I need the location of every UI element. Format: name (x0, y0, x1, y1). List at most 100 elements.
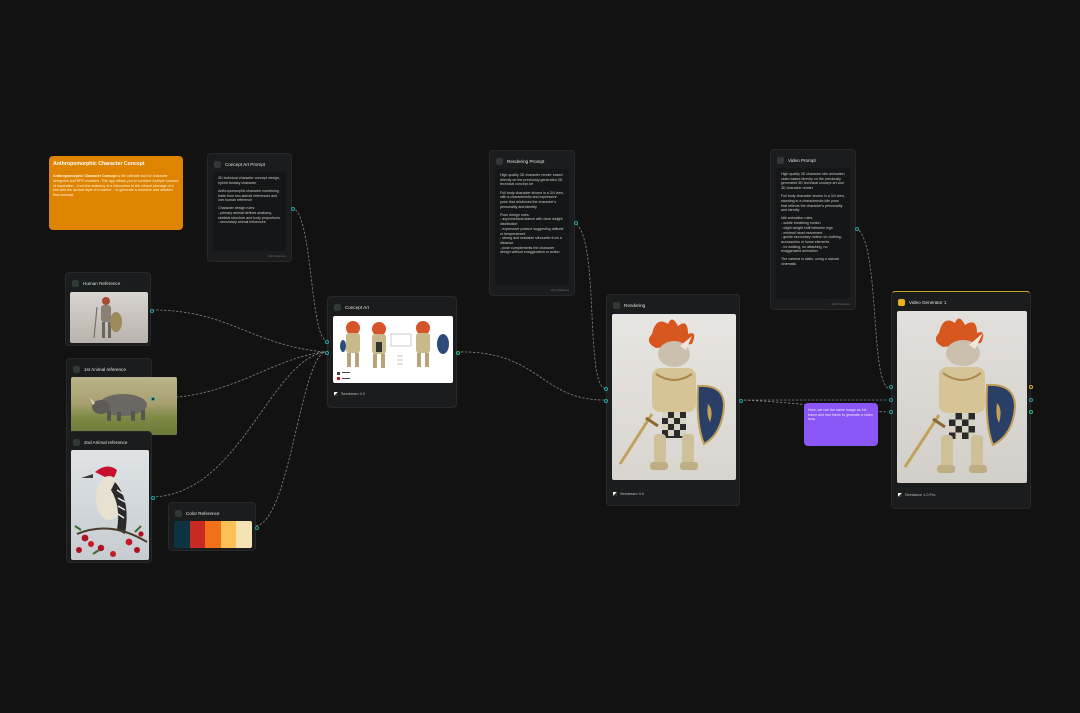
workflow-canvas[interactable]: Anthropomorphic Character Concept Anthro… (0, 0, 1080, 713)
prompt-paragraph: Idle animation rules: - subtle breathing… (781, 216, 842, 254)
image-generator-icon (613, 301, 620, 309)
node-title: 1st Animal reference (84, 366, 126, 372)
model-icon (898, 493, 902, 497)
output-port[interactable] (739, 399, 743, 403)
prompt-text[interactable]: High quality 3D character idle animation… (776, 168, 850, 299)
animal1-reference-node[interactable]: 1st Animal reference (66, 358, 177, 436)
output-port[interactable] (574, 221, 578, 225)
output-port-video[interactable] (1029, 385, 1033, 389)
color-swatch (189, 521, 206, 548)
human-reference-node[interactable]: Human Reference (65, 272, 154, 346)
image-icon (73, 365, 80, 373)
model-selector[interactable]: Seedream 4.0 (613, 492, 644, 496)
model-name: Seedream 4.0 (341, 392, 365, 396)
wire-concept-art-to-rendering (456, 351, 605, 401)
color-swatch (220, 521, 237, 548)
node-title: Rendering Prompt (507, 158, 545, 164)
concept-prompt-node[interactable]: Concept Art Prompt 3D technical characte… (207, 153, 295, 262)
model-name: Seedream 4.0 (620, 492, 644, 496)
output-port[interactable] (855, 227, 859, 231)
output-port-first-frame[interactable] (1029, 398, 1033, 402)
animal2-reference-node[interactable]: 2nd Animal reference (66, 431, 155, 563)
prompt-paragraph: High quality 3D character idle animation… (781, 172, 845, 191)
text-icon (214, 160, 221, 168)
prompt-text[interactable]: High quality 3D character render based d… (495, 169, 569, 285)
prompt-paragraph: Full body character shown in a 3/4 view,… (781, 194, 845, 213)
prompt-paragraph: Pose design rules: - asymmetrical stance… (500, 212, 564, 255)
color-swatch (174, 521, 190, 548)
wire-animal1-to-concept-art (151, 351, 326, 399)
wire-video-prompt-to-video (855, 227, 889, 389)
wire-animal2-to-concept-art (151, 351, 326, 498)
wire-rendering-prompt-to-rendering (572, 221, 605, 389)
rendering-prompt-node[interactable]: Rendering Prompt High quality 3D charact… (489, 150, 578, 296)
human-reference-image (70, 292, 148, 343)
image-icon (73, 438, 80, 446)
video-prompt-node[interactable]: Video Prompt High quality 3D character i… (770, 149, 859, 310)
node-title: Concept Art Prompt (225, 161, 266, 167)
input-port[interactable] (325, 340, 329, 344)
node-title: Video Prompt (788, 157, 816, 163)
color-swatch (205, 521, 221, 548)
concept-art-image (333, 316, 453, 383)
rhino-reference-image (71, 377, 177, 435)
model-name: Seedance 1.0 Pro (905, 493, 936, 497)
output-port-last-frame[interactable] (1029, 410, 1033, 414)
concept-note-title: Anthropomorphic Character Concept (53, 161, 145, 167)
char-count: 1234 characters (267, 255, 286, 258)
concept-note-body: Anthropomorphic Character Concept is the… (53, 174, 179, 198)
node-title: Human Reference (83, 280, 121, 286)
concept-art-node[interactable]: Concept Art Seedream 4.0 (325, 296, 460, 408)
video-icon (898, 298, 905, 306)
node-title: Concept Art (345, 304, 370, 310)
image-icon (72, 279, 79, 287)
color-swatches (174, 521, 252, 548)
input-port[interactable] (889, 410, 893, 414)
video-preview[interactable] (897, 311, 1027, 483)
rendering-node[interactable]: Rendering Seedream 4.0 (604, 294, 743, 506)
char-count: 1468 characters (831, 303, 850, 306)
input-port[interactable] (889, 385, 893, 389)
color-reference-node[interactable]: Color Reference (168, 502, 259, 551)
rendering-image (612, 314, 736, 480)
output-port[interactable] (150, 309, 154, 313)
prompt-paragraph: The camera is static, using a natural ci… (781, 257, 839, 267)
model-selector[interactable]: Seedance 1.0 Pro (898, 493, 935, 497)
output-port[interactable] (151, 397, 155, 401)
prompt-paragraph: High quality 3D character render based d… (500, 173, 563, 187)
prompt-paragraph: Anthropomorphic character combining trai… (218, 188, 279, 203)
image-icon (175, 509, 182, 517)
output-port[interactable] (255, 526, 259, 530)
node-title: Color Reference (186, 510, 220, 516)
prompt-paragraph: Character design rules: - primary animal… (218, 206, 280, 225)
model-selector[interactable]: Seedream 4.0 (334, 392, 365, 396)
concept-note[interactable]: Anthropomorphic Character Concept Anthro… (49, 156, 183, 230)
prompt-paragraph: Full body character shown in a 3/4 view,… (500, 190, 564, 209)
input-port[interactable] (604, 399, 608, 403)
color-swatch (236, 521, 252, 548)
wire-human-to-concept-art (151, 309, 326, 353)
input-port[interactable] (889, 398, 893, 402)
video-generator-node[interactable]: Video Generator 1 Seedance 1.0 Pro (889, 291, 1033, 509)
output-port[interactable] (151, 496, 155, 500)
output-port[interactable] (291, 207, 295, 211)
prompt-text[interactable]: 3D technical character concept design, h… (213, 172, 286, 251)
node-title: 2nd Animal reference (84, 439, 128, 445)
output-port[interactable] (456, 351, 460, 355)
node-title: Rendering (624, 302, 646, 308)
prompt-paragraph: 3D technical character concept design, h… (218, 176, 280, 185)
model-icon (334, 392, 338, 396)
node-title: Video Generator 1 (909, 299, 947, 305)
input-port[interactable] (604, 387, 608, 391)
input-port[interactable] (325, 351, 329, 355)
wire-color-to-concept-art (255, 351, 326, 527)
text-icon (496, 157, 503, 165)
image-generator-icon (334, 303, 341, 311)
woodpecker-reference-image (71, 450, 149, 560)
concept-note-lead: Anthropomorphic Character Concept (53, 174, 117, 178)
wire-concept-prompt-to-concept-art (291, 207, 326, 341)
video-loop-note-text: Here, we use the same image as 1st frame… (808, 408, 873, 422)
model-icon (613, 492, 617, 496)
char-count: 1371 characters (550, 289, 569, 292)
video-loop-note[interactable]: Here, we use the same image as 1st frame… (804, 403, 878, 446)
